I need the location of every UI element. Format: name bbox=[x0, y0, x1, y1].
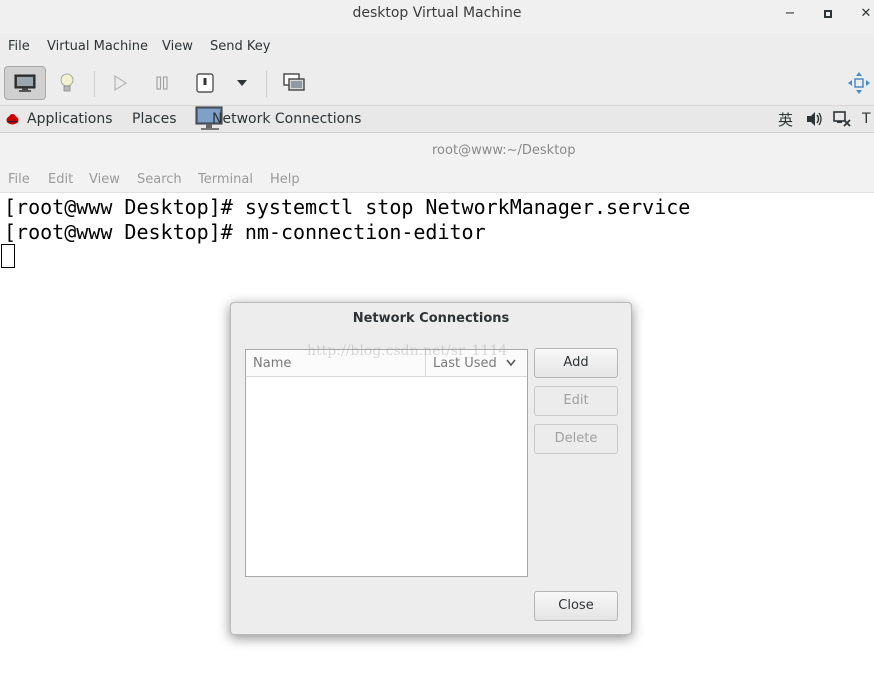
terminal-title: root@www:~/Desktop bbox=[432, 143, 576, 158]
guest-top-panel: Applications Places Network Connections … bbox=[0, 106, 874, 133]
menu-file[interactable]: File bbox=[8, 39, 30, 54]
terminal-cursor bbox=[1, 244, 15, 268]
play-icon bbox=[114, 74, 128, 92]
screen-icon bbox=[14, 74, 36, 92]
vm-menu-bar: File Virtual Machine View Send Key bbox=[0, 33, 874, 61]
fullscreen-button[interactable] bbox=[846, 66, 872, 100]
terminal-menu-bar: File Edit View Search Terminal Help bbox=[0, 167, 874, 193]
power-icon bbox=[196, 73, 214, 93]
minimize-button[interactable]: − bbox=[780, 4, 800, 24]
column-header-name[interactable]: Name bbox=[253, 356, 291, 371]
network-status-icon[interactable] bbox=[833, 111, 851, 127]
monitors-icon bbox=[283, 73, 305, 91]
network-connections-dialog: Network Connections Name Last Used Add E… bbox=[230, 302, 632, 635]
terminal-menu-edit[interactable]: Edit bbox=[48, 172, 73, 187]
pause-button[interactable] bbox=[150, 66, 174, 100]
redhat-icon bbox=[6, 114, 19, 125]
sort-chevron-icon bbox=[506, 359, 516, 367]
show-console-button[interactable] bbox=[4, 66, 46, 100]
applications-menu[interactable]: Applications bbox=[27, 111, 113, 127]
terminal-menu-view[interactable]: View bbox=[89, 172, 120, 187]
maximize-icon bbox=[824, 9, 832, 18]
edit-button[interactable]: Edit bbox=[534, 386, 618, 416]
terminal-line: [root@www Desktop]# systemctl stop Netwo… bbox=[4, 195, 691, 219]
shutdown-menu-button[interactable] bbox=[232, 66, 252, 100]
taskbar-network-connections[interactable]: Network Connections bbox=[212, 111, 361, 127]
details-button[interactable] bbox=[54, 66, 80, 100]
run-button[interactable] bbox=[108, 66, 132, 100]
shutdown-button[interactable] bbox=[193, 66, 217, 100]
panel-trailing-text: T bbox=[862, 111, 871, 127]
fullscreen-icon bbox=[848, 72, 870, 94]
input-method-indicator[interactable]: 英 bbox=[778, 109, 793, 130]
terminal-menu-terminal[interactable]: Terminal bbox=[198, 172, 253, 187]
volume-icon[interactable] bbox=[805, 111, 823, 127]
watermark: http://blog.csdn.net/sr_1114 bbox=[307, 343, 508, 359]
pause-icon bbox=[156, 76, 168, 90]
terminal-line: [root@www Desktop]# nm-connection-editor bbox=[4, 220, 486, 244]
delete-button[interactable]: Delete bbox=[534, 424, 618, 454]
menu-view[interactable]: View bbox=[162, 39, 193, 54]
places-menu[interactable]: Places bbox=[132, 111, 177, 127]
terminal-menu-help[interactable]: Help bbox=[270, 172, 300, 187]
terminal-menu-search[interactable]: Search bbox=[137, 172, 182, 187]
terminal-menu-file[interactable]: File bbox=[8, 172, 30, 187]
lightbulb-icon bbox=[60, 73, 74, 92]
add-button[interactable]: Add bbox=[534, 348, 618, 378]
dialog-title: Network Connections bbox=[352, 311, 510, 326]
terminal-title-bar: root@www:~/Desktop bbox=[0, 133, 874, 167]
maximize-button[interactable] bbox=[818, 4, 838, 24]
vm-title-bar: desktop Virtual Machine − ✕ bbox=[0, 0, 874, 33]
connection-list[interactable]: Name Last Used bbox=[245, 349, 528, 577]
close-window-button[interactable]: ✕ bbox=[856, 4, 874, 24]
toolbar-separator bbox=[94, 71, 95, 97]
menu-send-key[interactable]: Send Key bbox=[210, 39, 270, 54]
menu-virtual-machine[interactable]: Virtual Machine bbox=[47, 39, 148, 54]
vm-toolbar bbox=[0, 61, 874, 106]
chevron-down-icon bbox=[237, 80, 247, 86]
close-button[interactable]: Close bbox=[534, 591, 618, 621]
toolbar-separator bbox=[266, 71, 267, 97]
snapshots-button[interactable] bbox=[280, 66, 308, 100]
window-title: desktop Virtual Machine bbox=[352, 5, 522, 21]
